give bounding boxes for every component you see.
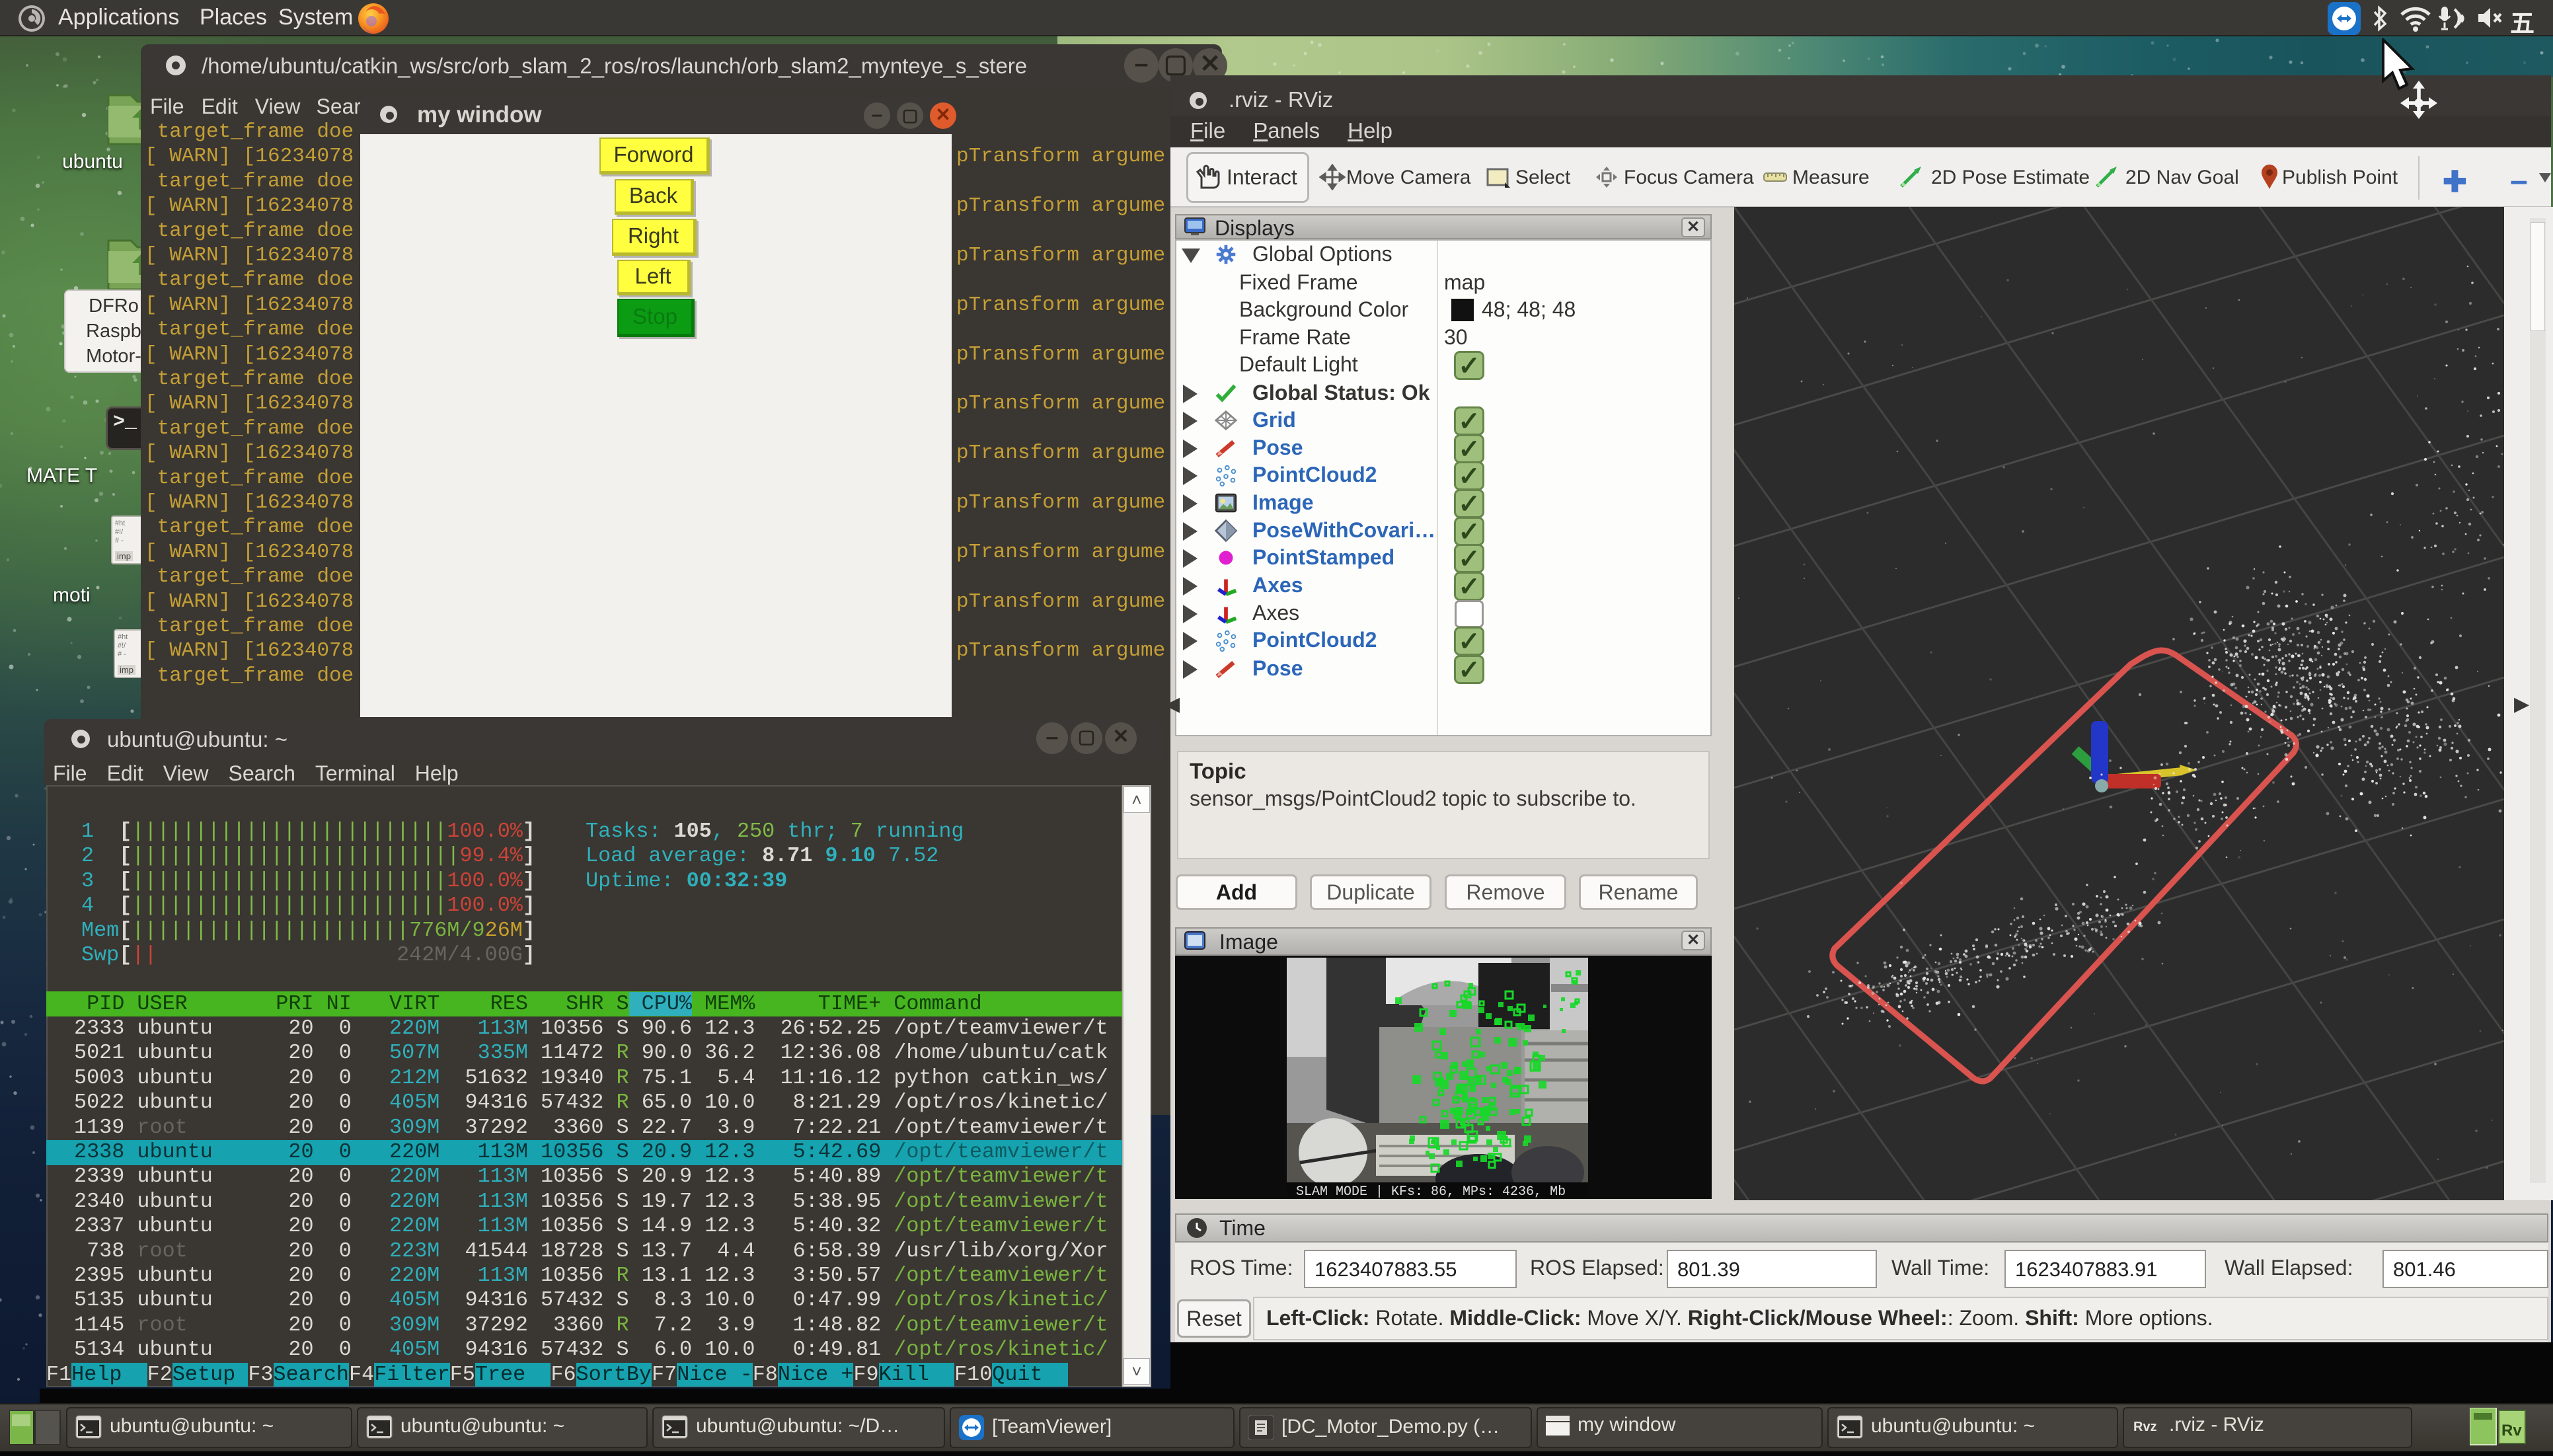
svg-text:Rvz: Rvz [2133, 1420, 2157, 1434]
svg-text:SLAM MODE | KFs: 86, MPs: 423: SLAM MODE | KFs: 86, MPs: 4236, Mb [1296, 1184, 1566, 1198]
svg-text:Rv: Rv [2501, 1422, 2522, 1439]
